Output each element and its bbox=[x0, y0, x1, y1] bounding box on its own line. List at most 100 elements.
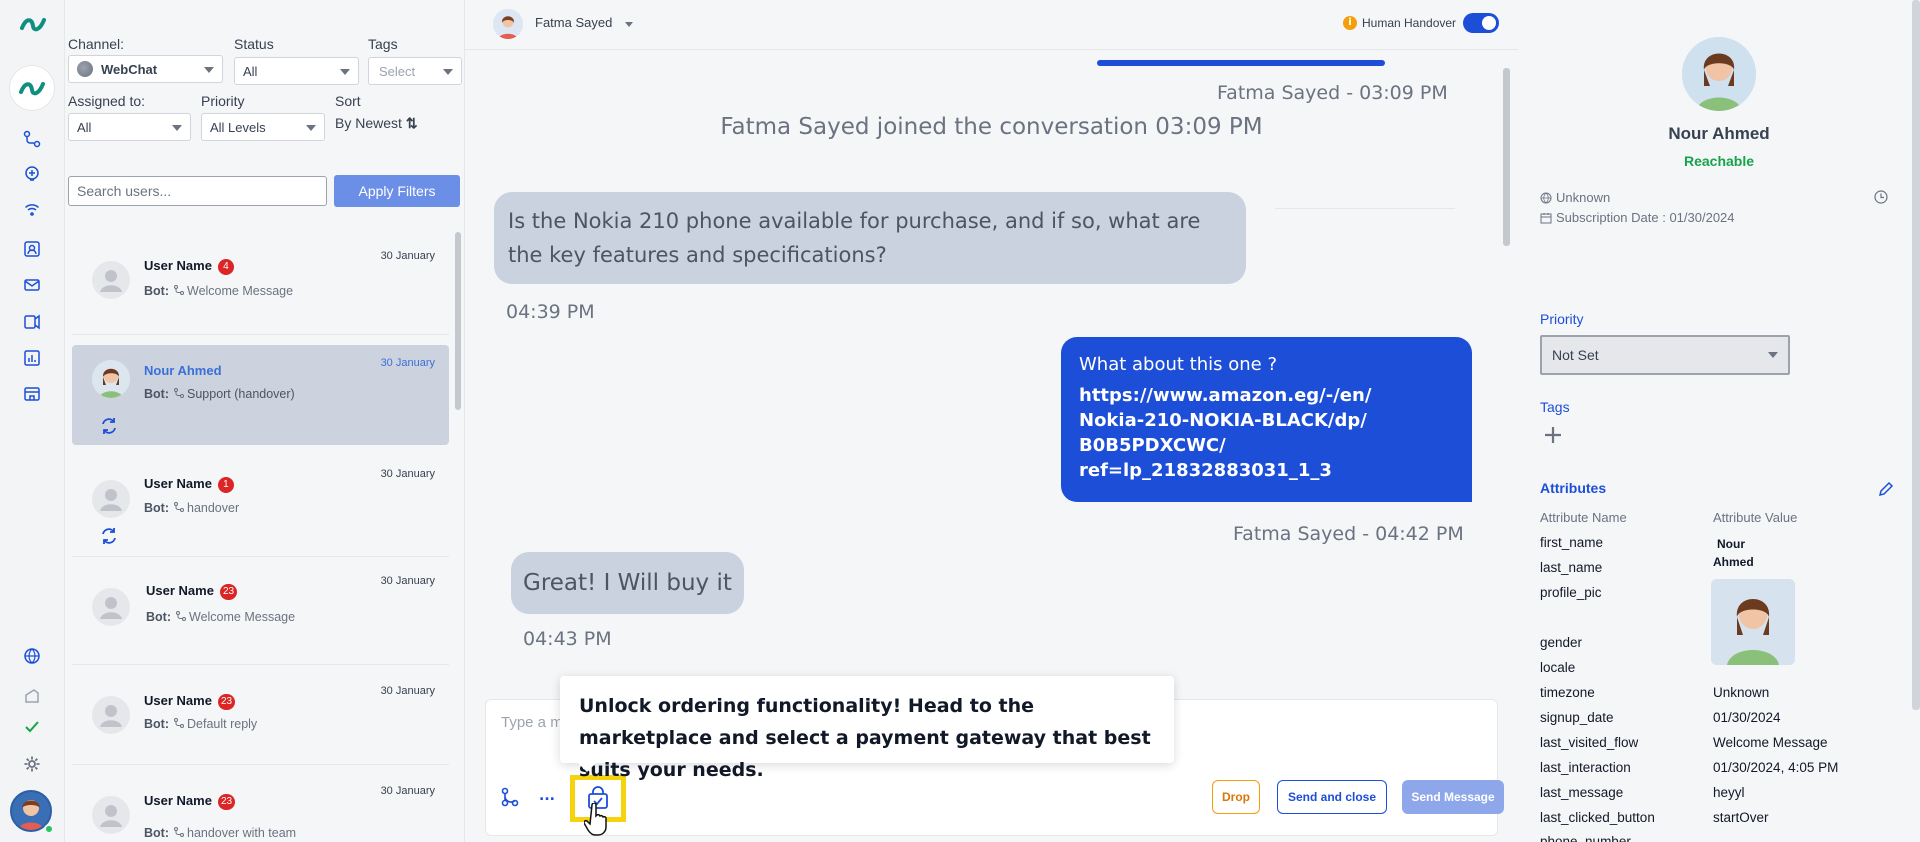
chevron-down-icon[interactable] bbox=[625, 22, 633, 27]
contact-avatar bbox=[1682, 37, 1756, 111]
drop-button[interactable]: Drop bbox=[1212, 780, 1260, 814]
unread-badge: 23 bbox=[219, 584, 238, 600]
conversation-item[interactable]: User Name 23 30 January Bot: handover with… bbox=[72, 776, 449, 842]
edit-pencil-icon[interactable] bbox=[1878, 481, 1894, 497]
attribute-value: Ahmed bbox=[1713, 555, 1754, 569]
conversation-item-selected[interactable]: Nour Ahmed 30 January Bot: Support (hando… bbox=[72, 345, 449, 445]
divider bbox=[1275, 208, 1455, 209]
workspace-switcher[interactable] bbox=[10, 66, 54, 110]
globe-icon bbox=[1540, 192, 1552, 204]
inbox-icon[interactable] bbox=[21, 274, 43, 296]
assigned-agent-name[interactable]: Fatma Sayed bbox=[535, 15, 612, 30]
conversation-item[interactable]: User Name 4 30 January Bot: Welcome Messag… bbox=[72, 238, 449, 326]
message-meta: Fatma Sayed - 03:09 PM bbox=[1217, 82, 1448, 104]
tooltip-arrow bbox=[578, 763, 596, 772]
default-avatar-icon bbox=[92, 696, 130, 734]
flow-picker-icon[interactable] bbox=[498, 785, 522, 809]
priority-dropdown[interactable]: Not Set bbox=[1540, 335, 1790, 375]
message-time: 04:43 PM bbox=[523, 628, 612, 650]
status-filter-label: Status bbox=[234, 36, 274, 52]
conversation-name: User Name 4 bbox=[144, 258, 234, 275]
flow-icon bbox=[174, 502, 184, 512]
search-users-input[interactable] bbox=[68, 176, 327, 206]
divider bbox=[72, 556, 449, 557]
assigned-select-value: All bbox=[77, 119, 92, 135]
divider bbox=[72, 764, 449, 765]
conversation-bot-flow: Bot: Welcome Message bbox=[144, 284, 294, 298]
chevron-down-icon bbox=[443, 69, 453, 75]
conversation-bot-flow: Bot: Welcome Message bbox=[146, 610, 296, 624]
channel-select[interactable]: WebChat bbox=[68, 55, 223, 83]
add-tag-plus-icon[interactable] bbox=[1542, 424, 1564, 446]
conversation-name: User Name 23 bbox=[146, 583, 238, 600]
chevron-down-icon bbox=[340, 69, 350, 75]
conversation-item[interactable]: User Name 23 30 January Bot: Welcome Messa… bbox=[72, 566, 449, 654]
analytics-icon[interactable] bbox=[21, 347, 43, 369]
side-scrollbar[interactable] bbox=[1912, 0, 1920, 710]
conversation-bot-flow: Bot: handover with team bbox=[144, 826, 297, 840]
attributes-section-title: Attributes bbox=[1540, 480, 1607, 496]
clock-icon[interactable] bbox=[1874, 190, 1888, 204]
brand-logo-icon[interactable] bbox=[20, 14, 46, 34]
default-avatar-icon bbox=[92, 796, 130, 834]
contact-location: Unknown bbox=[1540, 190, 1610, 205]
divider bbox=[72, 334, 449, 335]
send-message-button[interactable]: Send Message bbox=[1402, 780, 1504, 814]
toggle-knob bbox=[1482, 16, 1496, 30]
send-and-close-button[interactable]: Send and close bbox=[1277, 780, 1387, 814]
flow-icon bbox=[174, 285, 184, 295]
conversation-item[interactable]: User Name 23 30 January Bot: Default reply bbox=[72, 676, 449, 764]
composer-placeholder[interactable]: Type a m bbox=[501, 714, 563, 731]
conversation-bot-flow: Bot: Support (handover) bbox=[144, 387, 295, 401]
templates-icon[interactable] bbox=[21, 311, 43, 333]
check-icon[interactable] bbox=[21, 716, 43, 738]
more-options-button[interactable]: ... bbox=[539, 788, 555, 804]
conversation-item[interactable]: User Name 1 30 January Bot: handover bbox=[72, 462, 449, 550]
globe-icon[interactable] bbox=[21, 645, 43, 667]
store-icon[interactable] bbox=[21, 383, 43, 405]
attribute-value: Welcome Message bbox=[1713, 735, 1828, 750]
human-handover-toggle[interactable] bbox=[1463, 13, 1499, 33]
conversation-bot-flow: Bot: Default reply bbox=[144, 717, 258, 731]
tags-section-title: Tags bbox=[1540, 399, 1570, 415]
unread-badge: 23 bbox=[217, 694, 236, 710]
attribute-key: last_message bbox=[1540, 785, 1624, 800]
attribute-key: last_name bbox=[1540, 560, 1603, 575]
flow-icon bbox=[174, 718, 184, 728]
priority-select[interactable]: All Levels bbox=[201, 113, 325, 141]
chat-scrollbar[interactable] bbox=[1503, 68, 1510, 246]
channel-filter-label: Channel: bbox=[68, 36, 125, 52]
broadcast-icon[interactable] bbox=[21, 201, 43, 223]
attribute-value-header: Attribute Value bbox=[1713, 510, 1798, 525]
profile-pic-thumbnail[interactable] bbox=[1711, 579, 1795, 665]
priority-dropdown-value: Not Set bbox=[1552, 347, 1599, 363]
tags-select[interactable]: Select bbox=[368, 57, 462, 85]
system-message: Fatma Sayed joined the conversation 03:0… bbox=[720, 114, 1263, 140]
agent-avatar[interactable] bbox=[493, 9, 523, 39]
sort-button[interactable]: By Newest ⇅ bbox=[335, 115, 418, 132]
globe-icon bbox=[77, 61, 93, 77]
list-scrollbar[interactable] bbox=[455, 232, 461, 410]
outgoing-message-link[interactable]: https://www.amazon.eg/-/en/ Nokia-210-NO… bbox=[1079, 383, 1454, 483]
conversation-date: 30 January bbox=[380, 250, 435, 262]
contacts-icon[interactable] bbox=[21, 238, 43, 260]
status-select[interactable]: All bbox=[234, 57, 359, 85]
assigned-select[interactable]: All bbox=[68, 113, 191, 141]
chevron-down-icon bbox=[1768, 352, 1778, 358]
info-icon[interactable]: i bbox=[1343, 16, 1357, 30]
flows-icon[interactable] bbox=[21, 128, 43, 150]
ordering-tooltip: Unlock ordering functionality! Head to t… bbox=[560, 676, 1174, 781]
attribute-key: first_name bbox=[1540, 535, 1604, 550]
chevron-down-icon bbox=[172, 125, 182, 131]
ai-brain-icon[interactable] bbox=[21, 163, 43, 185]
chevron-down-icon bbox=[306, 125, 316, 131]
handover-swap-icon bbox=[102, 418, 116, 434]
apply-filters-button[interactable]: Apply Filters bbox=[334, 175, 460, 207]
contact-avatar bbox=[92, 360, 130, 398]
attribute-key: last_interaction bbox=[1540, 760, 1631, 775]
billing-icon[interactable] bbox=[21, 685, 43, 707]
settings-gear-icon[interactable] bbox=[21, 753, 43, 775]
hand-pointer-cursor-icon bbox=[584, 803, 607, 836]
previous-message-bubble-edge bbox=[1097, 60, 1385, 66]
attribute-value: 01/30/2024, 4:05 PM bbox=[1713, 760, 1839, 775]
